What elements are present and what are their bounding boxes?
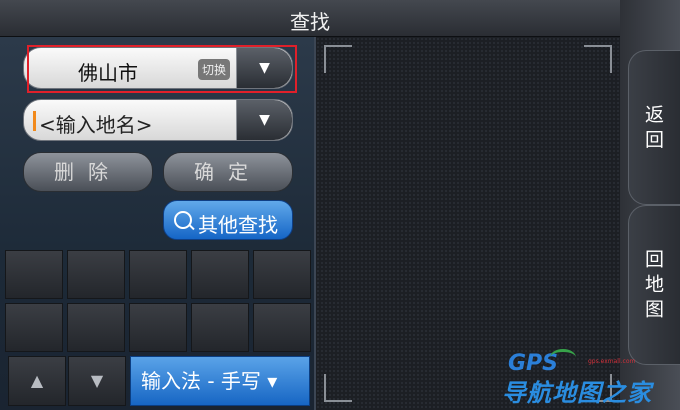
keypad-cell[interactable] [253, 303, 311, 352]
input-method-button[interactable]: 输入法 - 手写 ▾ [130, 356, 310, 406]
screen: 查找 佛山市 切换 ▼ <输入地名> ▼ 删除 确定 其他查找 ▲ ▼ 输入法 … [0, 0, 680, 410]
keypad-cell[interactable] [191, 303, 249, 352]
confirm-button[interactable]: 确定 [163, 152, 293, 192]
caret-down-icon: ▼ [259, 112, 270, 128]
watermark-url: gps.exmall.com [588, 358, 636, 365]
address-dropdown-button[interactable]: ▼ [236, 100, 292, 140]
other-search-button[interactable]: 其他查找 [163, 200, 293, 240]
keypad-cell[interactable] [5, 250, 63, 299]
keypad-cell[interactable] [129, 303, 187, 352]
text-cursor [33, 111, 36, 131]
search-icon [174, 211, 192, 229]
delete-button[interactable]: 删除 [23, 152, 153, 192]
back-label: 返 回 [644, 103, 664, 151]
handwriting-keypad[interactable] [5, 250, 313, 355]
page-title: 查找 [290, 10, 330, 34]
corner-bracket [324, 374, 352, 402]
page-up-button[interactable]: ▲ [8, 356, 66, 406]
other-search-label: 其他查找 [198, 213, 278, 237]
back-to-map-label: 回 地 图 [644, 248, 664, 321]
back-to-map-button[interactable]: 回 地 图 [628, 205, 680, 365]
swoosh-icon [550, 349, 576, 366]
corner-bracket [324, 45, 352, 73]
title-bar: 查找 [0, 0, 620, 37]
page-down-button[interactable]: ▼ [68, 356, 126, 406]
watermark-brand: 导航地图之家 [502, 379, 652, 407]
back-button[interactable]: 返 回 [628, 50, 680, 205]
keypad-cell[interactable] [191, 250, 249, 299]
watermark-logo: GPS gps.exmall.com 导航地图之家 [500, 345, 670, 407]
keypad-cell[interactable] [129, 250, 187, 299]
keypad-cell[interactable] [5, 303, 63, 352]
keypad-cell[interactable] [67, 250, 125, 299]
address-input[interactable]: <输入地名> ▼ [23, 99, 293, 141]
address-placeholder: <输入地名> [39, 113, 153, 137]
selection-highlight [27, 45, 297, 93]
keypad-cell[interactable] [67, 303, 125, 352]
keypad-cell[interactable] [253, 250, 311, 299]
corner-bracket [584, 45, 612, 73]
